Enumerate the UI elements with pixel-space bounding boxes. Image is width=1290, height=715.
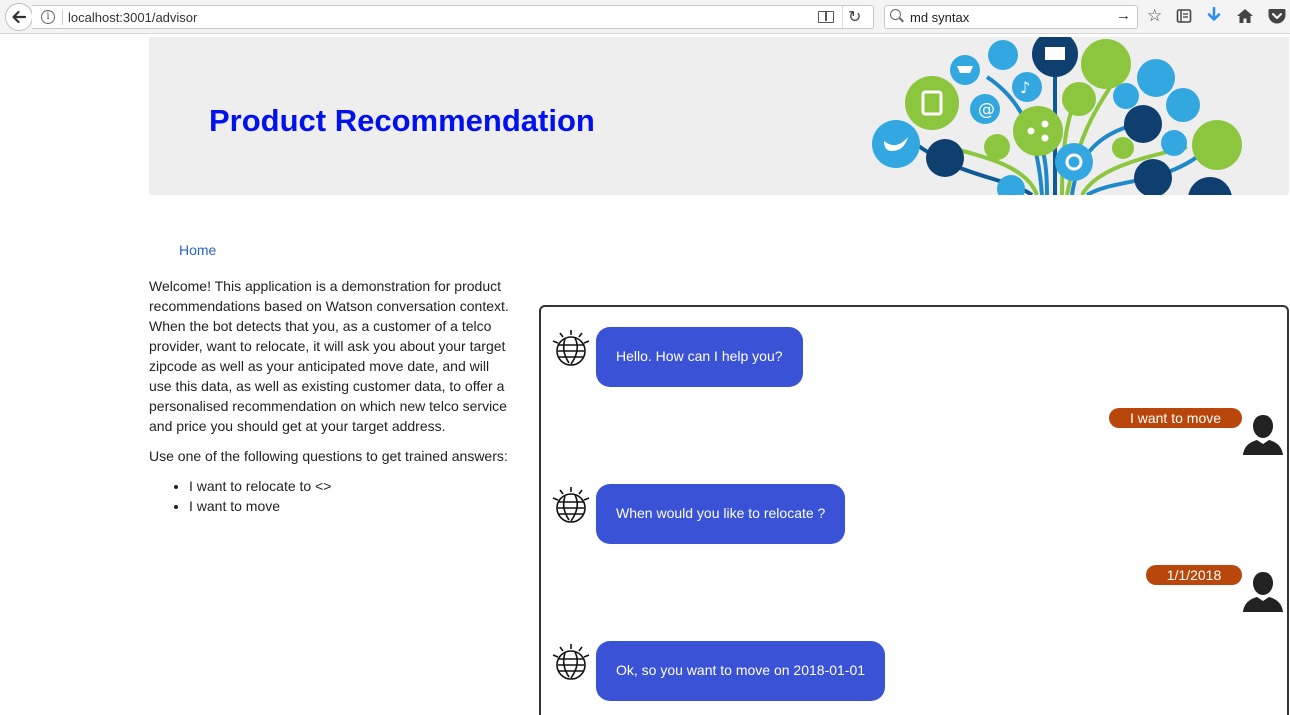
chat-bubble-icon: [1062, 82, 1096, 116]
reader-view-icon[interactable]: [818, 11, 834, 23]
chat-window[interactable]: Hello. How can I help you? I want to mov…: [539, 305, 1289, 715]
svg-text:♪: ♪: [1020, 78, 1030, 97]
search-zoom-icon: [1134, 159, 1172, 195]
search-go-icon[interactable]: →: [1116, 7, 1131, 24]
globe-icon: [1113, 83, 1139, 109]
header-banner: Product Recommendation @ ♪: [149, 37, 1289, 195]
tablet-icon: [905, 76, 959, 130]
satellite-icon: [1081, 39, 1131, 89]
sample-questions-list: I want to relocate to <> I want to move: [189, 476, 514, 516]
twitter-icon: [872, 120, 920, 168]
phone-icon: [1137, 59, 1175, 97]
lock-icon: [1161, 130, 1187, 156]
list-item: I want to move: [189, 496, 514, 516]
pocket-icon[interactable]: [1268, 8, 1286, 24]
user-message: 1/1/2018: [1146, 565, 1242, 585]
comments-icon: [1166, 88, 1200, 122]
reading-list-icon[interactable]: [1176, 8, 1192, 24]
home-link[interactable]: Home: [179, 242, 216, 258]
thumbs-up-icon: [1192, 120, 1242, 170]
url-text[interactable]: localhost:3001/advisor: [68, 10, 197, 25]
bookmark-star-icon[interactable]: ☆: [1147, 6, 1162, 26]
user-avatar-icon: [1243, 415, 1283, 455]
bot-message: Ok, so you want to move on 2018-01-01: [596, 641, 886, 701]
search-input[interactable]: md syntax: [910, 10, 969, 25]
intro-section: Welcome! This application is a demonstra…: [149, 276, 514, 516]
svg-text:@: @: [978, 100, 995, 120]
bot-message: Hello. How can I help you?: [596, 327, 803, 387]
url-divider: [62, 10, 63, 25]
rss-icon: [926, 139, 964, 177]
share-icon: [1013, 106, 1063, 156]
info-icon[interactable]: i: [41, 10, 55, 24]
url-divider: [842, 6, 843, 28]
back-button[interactable]: [5, 3, 33, 31]
bot-message: When would you like to relocate ?: [596, 484, 846, 544]
download-icon[interactable]: [1206, 7, 1222, 25]
network-icon: [1124, 105, 1162, 143]
user-avatar-icon: [1243, 572, 1283, 612]
social-tree-illustration: @ ♪: [872, 37, 1242, 195]
list-item: I want to relocate to <>: [189, 476, 514, 496]
home-icon[interactable]: [1236, 8, 1254, 24]
home-small-icon: [984, 134, 1010, 160]
browser-toolbar: i localhost:3001/advisor ↻ md syntax → ☆: [0, 0, 1290, 34]
reload-icon[interactable]: ↻: [848, 7, 861, 26]
questions-intro: Use one of the following questions to ge…: [149, 448, 508, 464]
bot-avatar-icon: [552, 330, 590, 366]
page-title: Product Recommendation: [209, 103, 595, 138]
back-arrow-icon: [12, 10, 27, 24]
search-bar[interactable]: md syntax →: [884, 5, 1138, 29]
bot-avatar-icon: [552, 644, 590, 680]
user-message: I want to move: [1109, 408, 1242, 428]
bot-avatar-icon: [552, 487, 590, 523]
link-icon: [997, 175, 1025, 195]
url-bar[interactable]: i localhost:3001/advisor ↻: [32, 5, 874, 29]
search-icon: [890, 9, 901, 20]
settings-gear-icon: [1055, 143, 1093, 181]
intro-paragraph: Welcome! This application is a demonstra…: [149, 278, 509, 434]
location-icon: [1112, 137, 1134, 159]
upload-icon: [988, 40, 1018, 70]
misc-icon: [1188, 177, 1232, 195]
